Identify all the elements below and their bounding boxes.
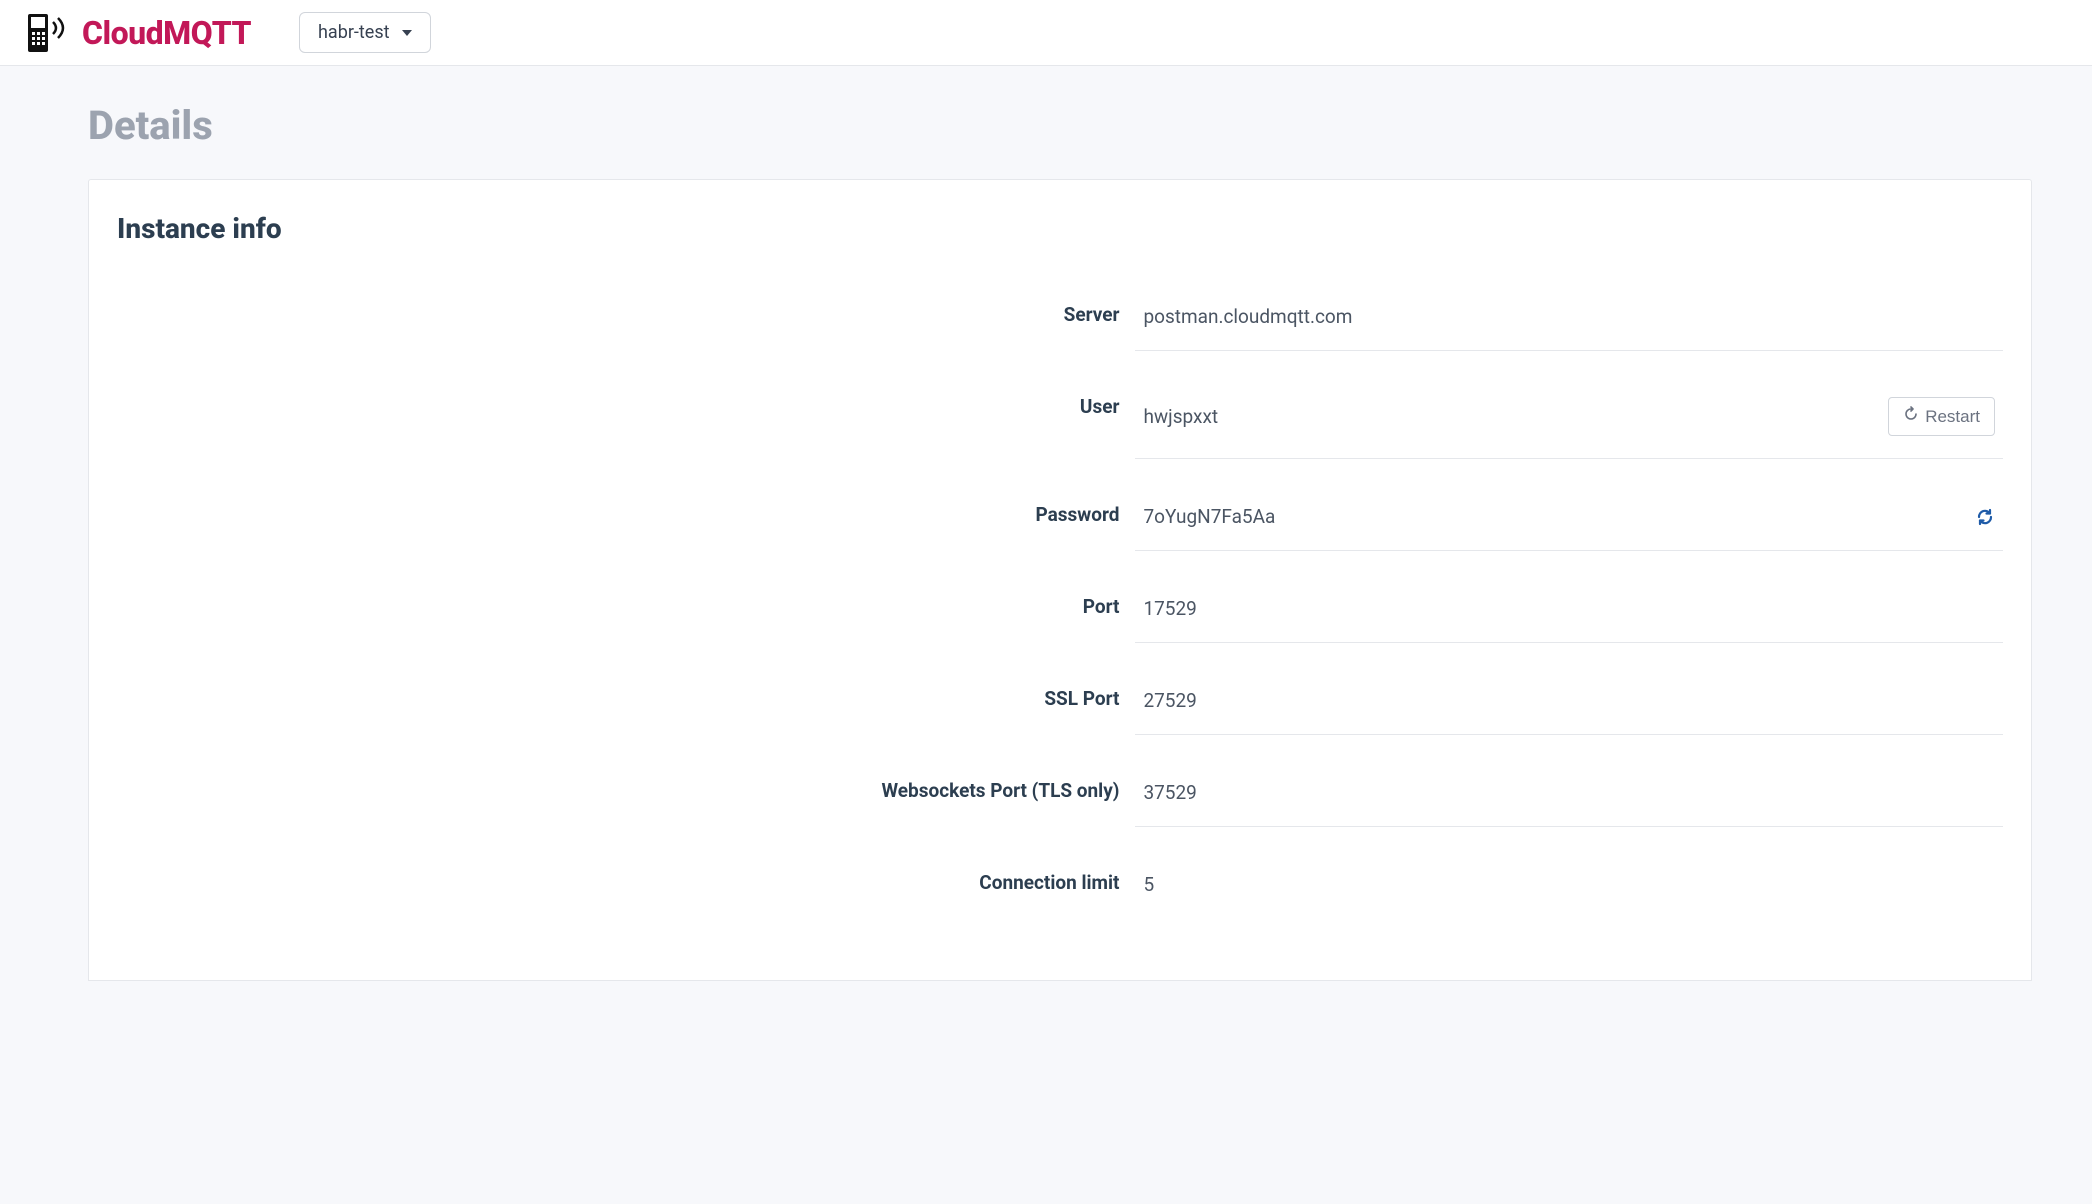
value-server: postman.cloudmqtt.com [1135,281,2003,351]
refresh-password-icon[interactable] [1975,507,1995,527]
connlimit-value: 5 [1143,873,1154,896]
page-title: Details [88,102,2032,149]
value-connlimit: 5 [1135,849,2003,918]
user-value: hwjspxxt [1143,405,1218,428]
server-value: postman.cloudmqtt.com [1143,305,1352,328]
label-port: Port [117,595,1135,618]
row-user: User hwjspxxt Restart [117,373,2003,481]
topbar: CloudMQTT habr-test [0,0,2092,66]
label-password: Password [117,503,1135,526]
restart-button[interactable]: Restart [1888,397,1995,436]
brand[interactable]: CloudMQTT [28,14,251,52]
value-user: hwjspxxt Restart [1135,373,2003,459]
value-wsport: 37529 [1135,757,2003,827]
row-server: Server postman.cloudmqtt.com [117,281,2003,373]
brand-name: CloudMQTT [82,14,251,52]
value-port: 17529 [1135,573,2003,643]
brand-icon [28,14,72,52]
row-port: Port 17529 [117,573,2003,665]
label-user: User [117,395,1135,418]
card-title: Instance info [117,212,2003,245]
label-connlimit: Connection limit [117,871,1135,894]
label-server: Server [117,303,1135,326]
value-sslport: 27529 [1135,665,2003,735]
page: Details Instance info Server postman.clo… [0,66,2092,981]
instance-info-card: Instance info Server postman.cloudmqtt.c… [88,179,2032,981]
wsport-value: 37529 [1143,781,1196,804]
label-wsport: Websockets Port (TLS only) [117,779,1135,802]
value-password: 7oYugN7Fa5Aa [1135,481,2003,551]
row-password: Password 7oYugN7Fa5Aa [117,481,2003,573]
restart-label: Restart [1925,407,1980,427]
sslport-value: 27529 [1143,689,1196,712]
row-connlimit: Connection limit 5 [117,849,2003,940]
password-value: 7oYugN7Fa5Aa [1143,505,1275,528]
chevron-down-icon [402,30,412,36]
row-sslport: SSL Port 27529 [117,665,2003,757]
label-sslport: SSL Port [117,687,1135,710]
instance-selector[interactable]: habr-test [299,12,431,53]
instance-selector-label: habr-test [318,22,390,43]
restart-icon [1903,406,1919,427]
row-wsport: Websockets Port (TLS only) 37529 [117,757,2003,849]
port-value: 17529 [1143,597,1196,620]
